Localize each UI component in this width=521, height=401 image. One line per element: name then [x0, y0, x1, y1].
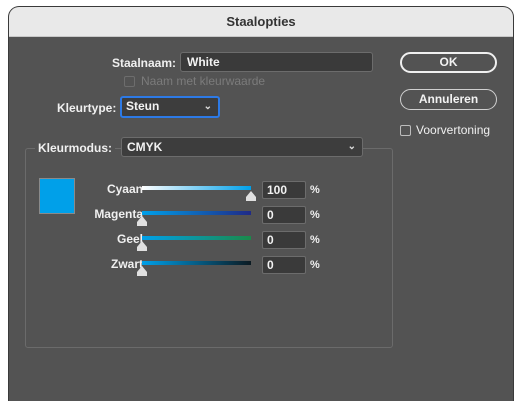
color-type-dropdown[interactable]: Steun ⌄ — [120, 96, 220, 118]
cancel-button[interactable]: Annuleren — [400, 89, 497, 110]
color-mode-label: Kleurmodus: — [35, 141, 116, 155]
dialog-title: Staalopties — [226, 14, 296, 29]
color-type-value: Steun — [126, 99, 160, 113]
color-type-label: Kleurtype: — [57, 101, 117, 115]
ok-button[interactable]: OK — [400, 52, 497, 73]
title-bar: Staalopties — [9, 7, 513, 37]
slider-thumb[interactable] — [137, 216, 147, 226]
chevron-down-icon: ⌄ — [203, 101, 212, 112]
color-mode-dropdown[interactable]: CMYK ⌄ — [121, 137, 363, 157]
name-with-value-checkbox[interactable] — [124, 76, 135, 87]
slider-track[interactable] — [142, 186, 251, 190]
percent-unit: % — [310, 234, 320, 246]
slider-label: Cyaan — [106, 182, 143, 196]
slider-track[interactable] — [142, 236, 251, 240]
slider-thumb[interactable] — [246, 191, 256, 201]
color-swatch-preview — [39, 178, 75, 214]
swatch-name-label: Staalnaam: — [112, 56, 177, 70]
slider-label: Magenta — [94, 207, 143, 221]
slider-value-field[interactable]: 0 — [262, 231, 306, 249]
preview-label: Voorvertoning — [416, 123, 491, 137]
chevron-down-icon: ⌄ — [347, 141, 356, 152]
name-with-value-label: Naam met kleurwaarde — [141, 74, 266, 88]
slider-track[interactable] — [142, 261, 251, 265]
color-mode-group — [25, 148, 393, 348]
slider-value-field[interactable]: 100 — [262, 181, 306, 199]
swatch-name-field[interactable]: White — [180, 52, 373, 72]
slider-value-field[interactable]: 0 — [262, 256, 306, 274]
preview-checkbox[interactable] — [400, 125, 411, 136]
percent-unit: % — [310, 259, 320, 271]
color-mode-value: CMYK — [127, 140, 163, 154]
percent-unit: % — [310, 184, 320, 196]
slider-thumb[interactable] — [137, 266, 147, 276]
slider-thumb[interactable] — [137, 241, 147, 251]
percent-unit: % — [310, 209, 320, 221]
slider-value-field[interactable]: 0 — [262, 206, 306, 224]
slider-track[interactable] — [142, 211, 251, 215]
